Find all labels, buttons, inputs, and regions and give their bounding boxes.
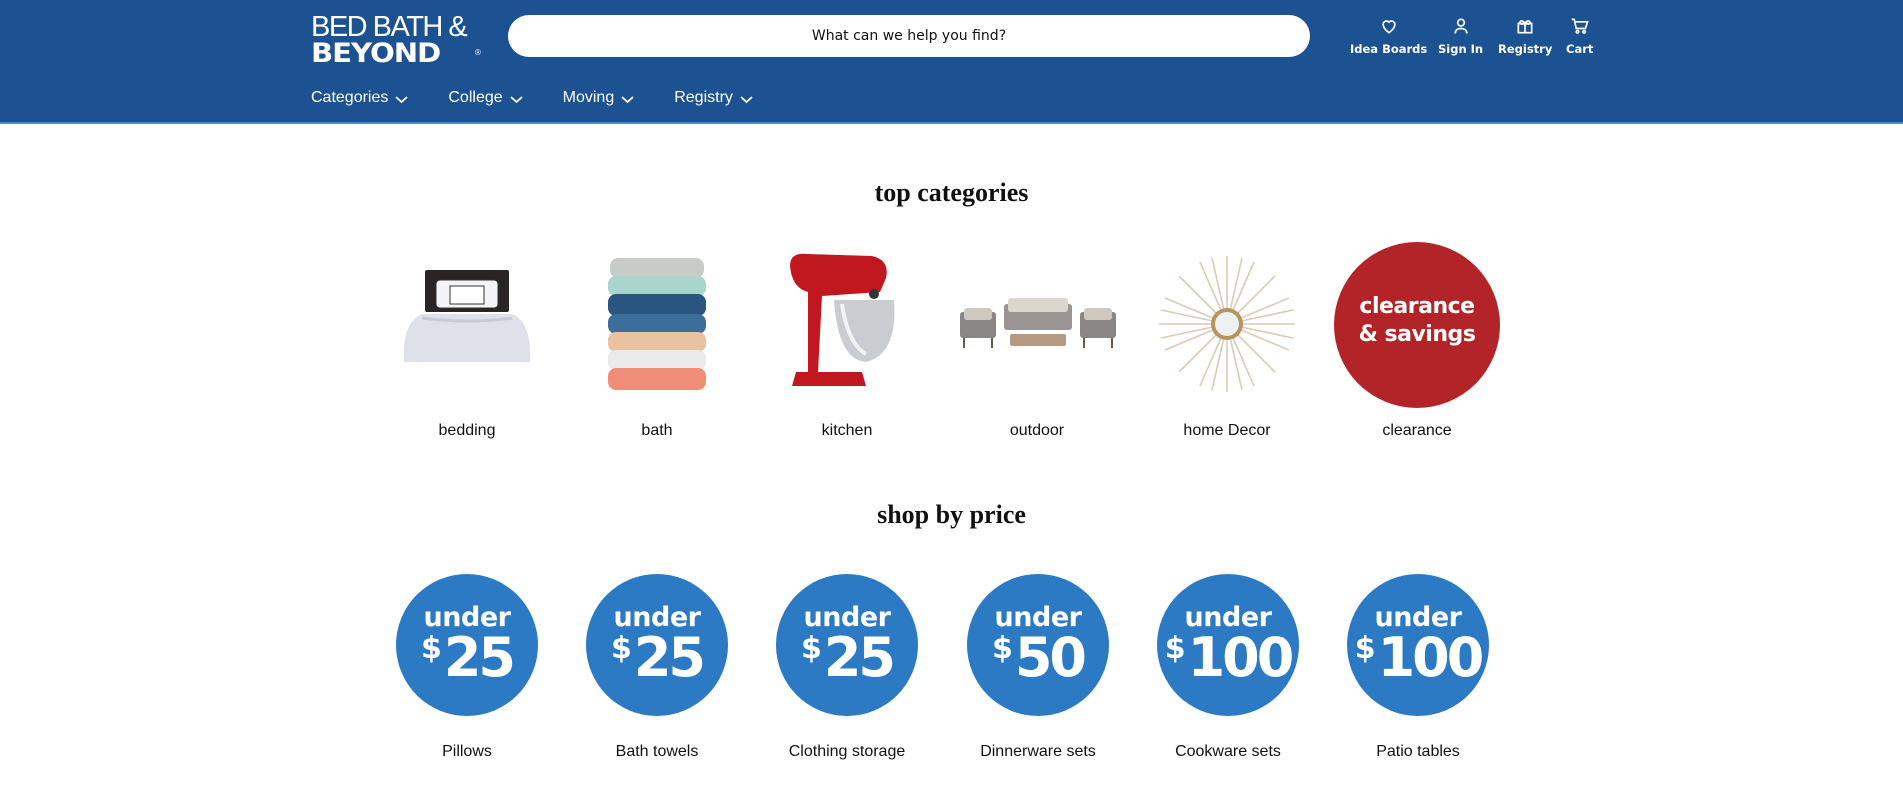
price-amount-value: 25: [633, 626, 706, 689]
price-label-dinnerware-sets[interactable]: Dinnerware sets: [943, 743, 1133, 761]
user-icon: [1453, 18, 1468, 34]
price-amount-value: 25: [823, 626, 896, 689]
price-label-pillows[interactable]: Pillows: [372, 743, 562, 761]
currency-symbol: $: [1164, 631, 1186, 666]
chevron-down-icon: [395, 95, 408, 103]
price-amount: $100: [1347, 626, 1489, 689]
price-tile-cookware-sets[interactable]: under $100: [1157, 574, 1299, 716]
idea-boards-label: Idea Boards: [1350, 42, 1428, 56]
price-amount: $100: [1157, 626, 1299, 689]
gift-icon: [1517, 20, 1533, 34]
price-tile-bath-towels[interactable]: under $25: [586, 574, 728, 716]
nav-registry[interactable]: Registry: [674, 89, 753, 107]
sign-in-button[interactable]: Sign In: [1438, 16, 1483, 64]
site-header: BED BATH & BEYOND ® What can we help you…: [0, 0, 1903, 124]
sunburst-mirror-image: [1159, 256, 1295, 392]
price-label-patio-tables[interactable]: Patio tables: [1323, 743, 1513, 761]
currency-symbol: $: [1354, 631, 1376, 666]
search-input[interactable]: What can we help you find?: [508, 15, 1310, 57]
logo-line-2: BEYOND: [311, 38, 441, 69]
currency-symbol: $: [991, 631, 1013, 666]
category-bedding[interactable]: bedding: [382, 244, 552, 439]
currency-symbol: $: [800, 631, 822, 666]
clearance-badge-line-1: clearance: [1359, 294, 1475, 319]
main-nav: Categories College Moving Registry: [311, 86, 793, 110]
category-clearance-label: clearance: [1382, 422, 1452, 439]
heart-icon: [1381, 20, 1396, 34]
price-amount-value: 100: [1377, 626, 1485, 689]
price-label-bath-towels[interactable]: Bath towels: [562, 743, 752, 761]
cart-label: Cart: [1566, 42, 1594, 56]
clearance-badge-line-2: & savings: [1358, 322, 1476, 347]
category-outdoor-label: outdoor: [1009, 422, 1065, 439]
clearance-badge: clearance & savings: [1334, 242, 1500, 408]
search-placeholder: What can we help you find?: [811, 28, 1007, 44]
currency-symbol: $: [420, 631, 442, 666]
nav-college[interactable]: College: [448, 89, 523, 107]
price-tile-dinnerware-sets[interactable]: under $50: [967, 574, 1109, 716]
category-outdoor[interactable]: outdoor: [952, 244, 1122, 439]
top-categories-title: top categories: [874, 178, 1029, 207]
price-label-cookware-sets[interactable]: Cookware sets: [1133, 743, 1323, 761]
category-clearance[interactable]: clearance & savings clearance: [1334, 242, 1504, 439]
category-bath[interactable]: bath: [572, 244, 742, 439]
bedding-image: [403, 270, 531, 362]
nav-moving[interactable]: Moving: [563, 89, 635, 107]
chevron-down-icon: [621, 95, 634, 103]
patio-set-image: [960, 298, 1116, 348]
nav-college-label: College: [448, 89, 503, 106]
nav-registry-label: Registry: [674, 89, 733, 106]
category-bath-label: bath: [641, 422, 673, 439]
price-amount: $50: [967, 626, 1109, 689]
nav-categories[interactable]: Categories: [311, 89, 408, 107]
logo-registered-mark: ®: [475, 48, 481, 57]
nav-categories-label: Categories: [311, 89, 389, 106]
chevron-down-icon: [740, 95, 753, 103]
bed-bath-beyond-logo[interactable]: BED BATH & BEYOND ®: [311, 12, 481, 69]
category-bedding-label: bedding: [438, 422, 496, 439]
registry-button[interactable]: Registry: [1498, 16, 1552, 64]
price-amount-value: 25: [443, 626, 516, 689]
price-amount: $25: [586, 626, 728, 689]
price-label-clothing-storage[interactable]: Clothing storage: [752, 743, 942, 761]
shop-by-price-title: shop by price: [877, 500, 1026, 529]
bath-towels-image: [608, 258, 706, 390]
cart-icon: [1571, 18, 1589, 34]
registry-label: Registry: [1498, 42, 1553, 56]
chevron-down-icon: [510, 95, 523, 103]
stand-mixer-image: [790, 253, 895, 386]
cart-button[interactable]: Cart: [1566, 16, 1593, 64]
sign-in-label: Sign In: [1438, 42, 1484, 56]
category-home-decor[interactable]: home Decor: [1142, 244, 1312, 439]
currency-symbol: $: [610, 631, 632, 666]
price-tile-pillows[interactable]: under $25: [396, 574, 538, 716]
price-amount-value: 100: [1187, 626, 1295, 689]
price-tile-clothing-storage[interactable]: under $25: [776, 574, 918, 716]
price-amount: $25: [396, 626, 538, 689]
nav-moving-label: Moving: [562, 89, 615, 106]
price-tile-patio-tables[interactable]: under $100: [1347, 574, 1489, 716]
category-kitchen[interactable]: kitchen: [762, 244, 932, 439]
price-amount-value: 50: [1014, 626, 1087, 689]
category-home-decor-label: home Decor: [1183, 422, 1271, 439]
price-amount: $25: [776, 626, 918, 689]
idea-boards-button[interactable]: Idea Boards: [1350, 16, 1427, 64]
category-kitchen-label: kitchen: [821, 422, 873, 439]
